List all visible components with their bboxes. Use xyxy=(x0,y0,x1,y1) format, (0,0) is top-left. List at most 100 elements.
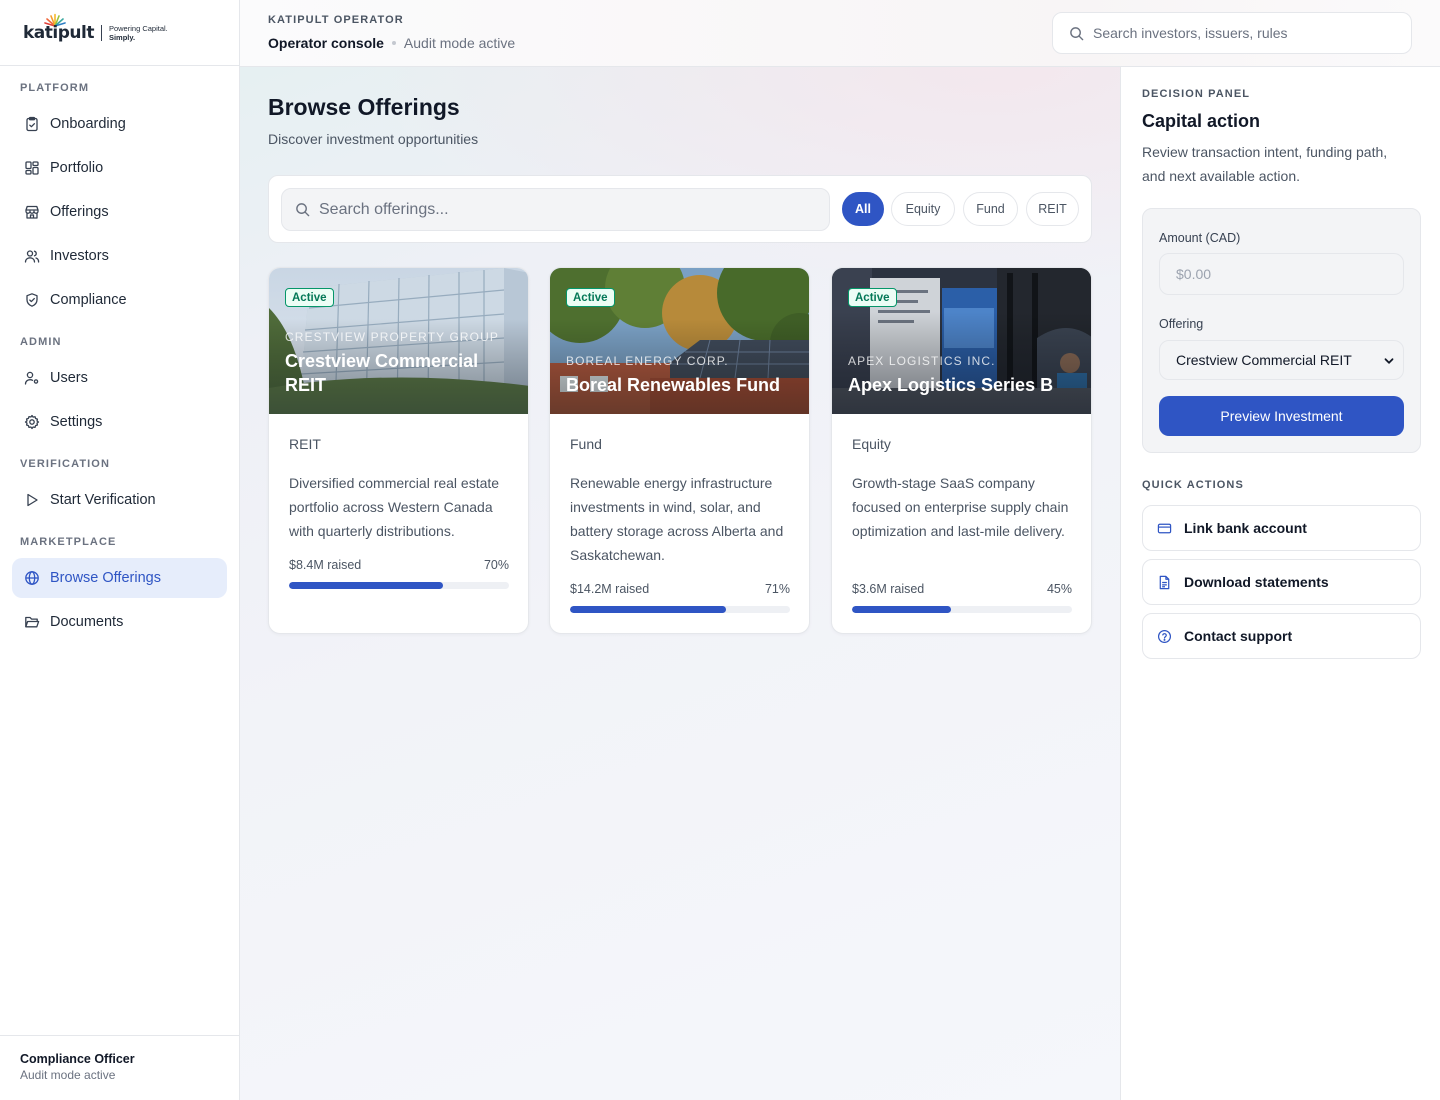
funding-progress-fill xyxy=(570,606,727,613)
offering-card[interactable]: Active Apex Logistics Inc. Apex Logistic… xyxy=(831,267,1092,634)
filter-chip-equity[interactable]: Equity xyxy=(891,192,955,226)
sidebar-item-settings[interactable]: Settings xyxy=(12,402,227,442)
investment-form: Amount (CAD) Offering Crestview Commerci… xyxy=(1142,208,1421,453)
offering-label: Offering xyxy=(1159,317,1204,331)
funding-progress-bar xyxy=(852,606,1072,613)
filter-chip-all[interactable]: All xyxy=(842,192,884,226)
offering-card[interactable]: Active Crestview Property Group Crestvie… xyxy=(268,267,529,634)
page-title: Browse Offerings xyxy=(268,94,460,120)
sidebar-item-label: Portfolio xyxy=(50,160,104,176)
sidebar-item-offerings[interactable]: Offerings xyxy=(12,192,227,232)
decision-panel: DECISION PANEL Capital action Review tra… xyxy=(1120,67,1440,1100)
folder-open-icon xyxy=(25,616,40,628)
offering-card-image: Active Crestview Property Group Crestvie… xyxy=(269,268,528,414)
offering-card[interactable]: Active Boreal Energy Corp. Boreal Renewa… xyxy=(549,267,810,634)
sidebar-item-compliance[interactable]: Compliance xyxy=(12,280,227,320)
status-badge: Active xyxy=(566,288,615,307)
offering-type: REIT xyxy=(289,436,321,452)
sidebar-item-portfolio[interactable]: Portfolio xyxy=(12,148,227,188)
offering-card-image: Active Apex Logistics Inc. Apex Logistic… xyxy=(832,268,1091,414)
sidebar-item-onboarding[interactable]: Onboarding xyxy=(12,104,227,144)
katipult-logo[interactable]: katipult Powering Capital. Simply. xyxy=(23,13,168,43)
users-icon xyxy=(24,250,40,263)
topbar-context: Operator console Audit mode active xyxy=(268,35,515,51)
clipboard-check-icon xyxy=(26,116,38,132)
sidebar-item-investors[interactable]: Investors xyxy=(12,236,227,276)
offering-type: Equity xyxy=(852,436,891,452)
sidebar: katipult Powering Capital. Simply. PLATF… xyxy=(0,0,240,1100)
console-title: Operator console xyxy=(268,35,384,51)
logo-tagline-line1: Powering Capital. xyxy=(108,23,168,33)
dashboard-grid-icon xyxy=(25,161,39,175)
funded-percent: 70% xyxy=(483,558,509,572)
sidebar-item-start-verification[interactable]: Start Verification xyxy=(12,480,227,520)
status-badge: Active xyxy=(848,288,897,307)
funding-progress-fill xyxy=(852,606,951,613)
amount-input[interactable] xyxy=(1159,253,1404,295)
download-statements-button[interactable]: Download statements xyxy=(1142,559,1421,605)
status-badge: Active xyxy=(285,288,334,307)
nav-section-platform: PLATFORM xyxy=(20,82,90,94)
offering-name: Boreal Renewables Fund xyxy=(566,375,781,395)
funded-percent: 71% xyxy=(764,582,790,596)
panel-description: Review transaction intent, funding path,… xyxy=(1142,144,1388,184)
offering-select-value: Crestview Commercial REIT xyxy=(1176,352,1352,368)
search-icon xyxy=(1070,26,1084,40)
credit-card-icon xyxy=(1157,523,1172,533)
sidebar-item-users[interactable]: Users xyxy=(12,358,227,398)
offering-description: Growth-stage SaaS company focused on ent… xyxy=(852,475,1069,539)
gear-icon xyxy=(24,414,40,430)
global-search-input[interactable] xyxy=(1093,25,1393,41)
offerings-search[interactable] xyxy=(281,188,830,231)
filter-chip-fund[interactable]: Fund xyxy=(963,192,1018,226)
sidebar-item-label: Users xyxy=(50,370,88,386)
link-bank-account-button[interactable]: Link bank account xyxy=(1142,505,1421,551)
chevron-down-icon xyxy=(1384,358,1394,364)
quick-action-label: Download statements xyxy=(1184,574,1329,590)
nav-section-marketplace: MARKETPLACE xyxy=(20,536,117,548)
offering-issuer: Apex Logistics Inc. xyxy=(848,354,996,368)
current-user-role: Compliance Officer xyxy=(20,1052,135,1066)
offering-description: Diversified commercial real estate portf… xyxy=(289,475,500,539)
topbar-kicker: KATIPULT OPERATOR xyxy=(268,14,404,26)
offering-select[interactable]: Crestview Commercial REIT xyxy=(1159,340,1404,380)
page-subtitle: Discover investment opportunities xyxy=(268,131,479,147)
shield-check-icon xyxy=(26,293,38,307)
logo-divider xyxy=(100,24,102,41)
logo-area: katipult Powering Capital. Simply. xyxy=(0,0,239,66)
panel-kicker: DECISION PANEL xyxy=(1142,88,1251,100)
amount-raised: $8.4M raised xyxy=(289,558,362,572)
sidebar-item-label: Offerings xyxy=(50,204,109,220)
amount-raised: $3.6M raised xyxy=(852,582,925,596)
funding-progress-bar xyxy=(570,606,790,613)
sidebar-item-browse-offerings[interactable]: Browse Offerings xyxy=(12,558,227,598)
globe-icon xyxy=(25,571,39,585)
audit-mode-status: Audit mode active xyxy=(403,35,516,51)
offerings-search-input[interactable] xyxy=(319,200,799,219)
funded-percent: 45% xyxy=(1046,582,1072,596)
logo-tagline: Powering Capital. Simply. xyxy=(109,24,168,42)
help-circle-icon xyxy=(1157,629,1172,643)
nav-section-verification: VERIFICATION xyxy=(20,458,110,470)
sidebar-nav: PLATFORM Onboarding Portfolio Offerings … xyxy=(0,66,239,642)
filter-chip-reit[interactable]: REIT xyxy=(1026,192,1079,226)
offering-name: Apex Logistics Series B xyxy=(848,375,1054,395)
contact-support-button[interactable]: Contact support xyxy=(1142,613,1421,659)
main-content: Browse Offerings Discover investment opp… xyxy=(240,67,1120,1100)
sidebar-item-label: Browse Offerings xyxy=(50,570,161,586)
preview-investment-button[interactable]: Preview Investment xyxy=(1159,396,1404,436)
sidebar-item-label: Settings xyxy=(50,414,103,430)
funding-progress-bar xyxy=(289,582,509,589)
top-bar: KATIPULT OPERATOR Operator console Audit… xyxy=(240,0,1440,67)
offering-description: Renewable energy infrastructure investme… xyxy=(570,475,784,563)
offering-issuer: Boreal Energy Corp. xyxy=(566,354,729,368)
sidebar-footer-user[interactable]: Compliance Officer Audit mode active xyxy=(0,1035,239,1100)
amount-label: Amount (CAD) xyxy=(1159,231,1241,245)
sidebar-item-label: Documents xyxy=(50,614,124,630)
document-icon xyxy=(1159,575,1170,589)
logo-wordmark: katipult xyxy=(23,22,94,43)
current-user-status: Audit mode active xyxy=(20,1068,116,1082)
global-search[interactable] xyxy=(1052,12,1412,54)
user-cog-icon xyxy=(24,371,39,385)
sidebar-item-documents[interactable]: Documents xyxy=(12,602,227,642)
